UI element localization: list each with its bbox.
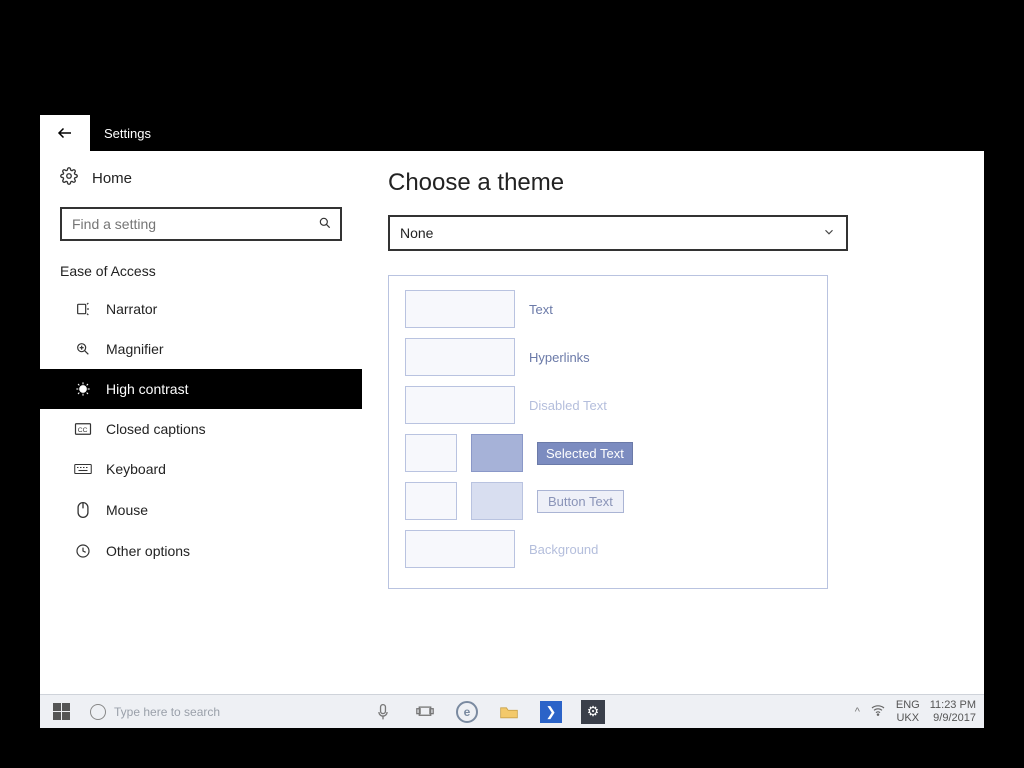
cortana-icon (90, 704, 106, 720)
sidebar-item-high-contrast[interactable]: High contrast (40, 369, 362, 409)
preview-label-text: Text (529, 302, 553, 317)
sidebar-item-label: Closed captions (106, 421, 206, 437)
swatch-background[interactable] (405, 530, 515, 568)
section-label: Ease of Access (40, 255, 362, 289)
preview-label-selected: Selected Text (537, 442, 633, 465)
search-icon (318, 216, 332, 233)
clock-time: 11:23 PM (930, 699, 976, 711)
chevron-down-icon (822, 225, 836, 242)
taskbar-app-settings[interactable]: ⚙ (572, 695, 614, 728)
swatch-selected-fg[interactable] (405, 434, 457, 472)
task-view-icon (416, 705, 434, 719)
preview-label-button: Button Text (537, 490, 624, 513)
back-button[interactable] (40, 115, 90, 151)
lang-line1: ENG (896, 699, 920, 711)
taskbar: Type here to search e ❯ (40, 694, 984, 728)
clock-date: 9/9/2017 (930, 712, 976, 724)
high-contrast-icon (74, 381, 92, 397)
swatch-button-fg[interactable] (405, 482, 457, 520)
home-button[interactable]: Home (40, 151, 362, 199)
mouse-icon (74, 501, 92, 519)
sidebar-item-label: Other options (106, 543, 190, 559)
lang-line2: UKX (896, 712, 920, 724)
swatch-button-bg[interactable] (471, 482, 523, 520)
swatch-selected-bg[interactable] (471, 434, 523, 472)
windows-logo-icon (53, 703, 70, 720)
sidebar-item-label: Keyboard (106, 461, 166, 477)
wifi-icon[interactable] (870, 702, 886, 721)
task-view-button[interactable] (404, 695, 446, 728)
page-title: Choose a theme (388, 169, 958, 197)
sidebar-item-keyboard[interactable]: Keyboard (40, 449, 362, 489)
preview-label-hyperlinks: Hyperlinks (529, 350, 590, 365)
taskbar-app-store[interactable]: ❯ (530, 695, 572, 728)
sidebar-item-closed-captions[interactable]: CC Closed captions (40, 409, 362, 449)
language-indicator[interactable]: ENG UKX (896, 699, 920, 723)
theme-selected-value: None (400, 225, 433, 241)
folder-icon (499, 704, 519, 720)
taskbar-search[interactable]: Type here to search (82, 704, 362, 720)
taskbar-search-placeholder: Type here to search (114, 705, 220, 719)
sidebar-item-narrator[interactable]: Narrator (40, 289, 362, 329)
sidebar-item-other-options[interactable]: Other options (40, 531, 362, 571)
sidebar: Home Ease of Access (40, 151, 362, 694)
taskbar-mic[interactable] (362, 695, 404, 728)
other-options-icon (74, 543, 92, 559)
svg-text:CC: CC (78, 427, 88, 434)
tray-overflow-button[interactable]: ^ (855, 706, 860, 718)
theme-preview: Text Hyperlinks Disabled Text Selected T… (388, 275, 828, 589)
titlebar: Settings (40, 115, 984, 151)
clock[interactable]: 11:23 PM 9/9/2017 (930, 699, 976, 723)
narrator-icon (74, 301, 92, 317)
sidebar-item-mouse[interactable]: Mouse (40, 489, 362, 531)
keyboard-icon (74, 463, 92, 475)
settings-window: Settings Home (40, 115, 984, 728)
sidebar-item-magnifier[interactable]: Magnifier (40, 329, 362, 369)
sidebar-item-label: Narrator (106, 301, 157, 317)
search-field[interactable] (72, 216, 318, 232)
sidebar-item-label: Mouse (106, 502, 148, 518)
swatch-hyperlinks[interactable] (405, 338, 515, 376)
home-label: Home (92, 170, 132, 187)
search-input[interactable] (60, 207, 342, 241)
settings-taskbar-icon: ⚙ (581, 700, 605, 724)
preview-label-disabled: Disabled Text (529, 398, 607, 413)
theme-dropdown[interactable]: None (388, 215, 848, 251)
taskbar-app-edge[interactable]: e (446, 695, 488, 728)
preview-label-background: Background (529, 542, 598, 557)
swatch-disabled[interactable] (405, 386, 515, 424)
sidebar-item-label: High contrast (106, 381, 188, 397)
edge-icon: e (456, 701, 478, 723)
swatch-text[interactable] (405, 290, 515, 328)
closed-captions-icon: CC (74, 422, 92, 436)
taskbar-app-explorer[interactable] (488, 695, 530, 728)
mic-icon (376, 703, 390, 721)
window-title: Settings (90, 126, 151, 141)
store-icon: ❯ (540, 701, 562, 723)
content-pane: Choose a theme None Text Hyperlinks (362, 151, 984, 694)
sidebar-item-label: Magnifier (106, 341, 164, 357)
magnifier-icon (74, 341, 92, 357)
start-button[interactable] (40, 695, 82, 728)
gear-icon (60, 167, 78, 189)
